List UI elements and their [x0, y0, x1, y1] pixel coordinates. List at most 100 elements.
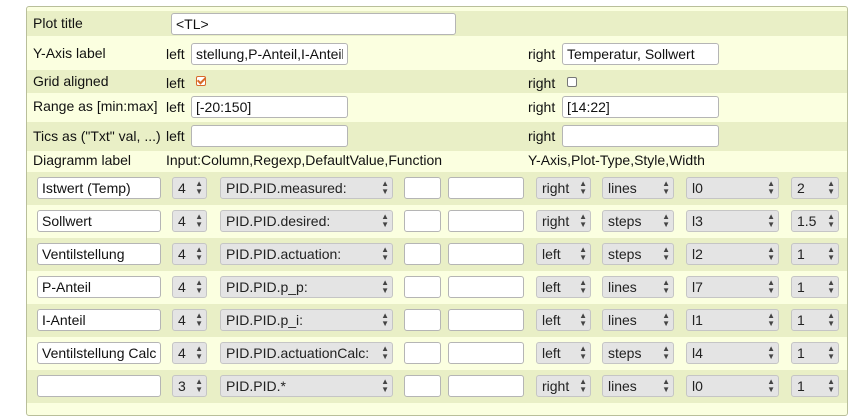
regexp-select[interactable]: PID.PID.p_i: ▲ ▼	[220, 309, 393, 331]
chevron-updown-icon: ▲ ▼	[662, 179, 670, 196]
width-select[interactable]: 1 ▲ ▼	[791, 342, 839, 364]
function-input[interactable]	[448, 177, 524, 199]
y-axis-select[interactable]: left ▲ ▼	[536, 342, 591, 364]
style-select[interactable]: l4 ▲ ▼	[686, 342, 779, 364]
series-label-input[interactable]	[37, 177, 161, 199]
regexp-select[interactable]: PID.PID.actuationCalc: ▲ ▼	[220, 342, 393, 364]
column-select[interactable]: 4 ▲ ▼	[172, 210, 207, 232]
plot-title-input[interactable]	[171, 13, 456, 35]
plot-type-select[interactable]: steps ▲ ▼	[602, 342, 674, 364]
function-input[interactable]	[448, 243, 524, 265]
page-scrollbar[interactable]	[849, 0, 863, 405]
y-axis-select[interactable]: left ▲ ▼	[536, 243, 591, 265]
chevron-updown-icon: ▲ ▼	[381, 311, 389, 328]
y-axis-select[interactable]: left ▲ ▼	[536, 276, 591, 298]
regexp-select[interactable]: PID.PID.measured: ▲ ▼	[220, 177, 393, 199]
grid-aligned-label: Grid aligned	[33, 73, 109, 89]
regexp-select-value: PID.PID.actuationCalc:	[226, 345, 370, 361]
column-select[interactable]: 4 ▲ ▼	[172, 243, 207, 265]
column-select[interactable]: 4 ▲ ▼	[172, 309, 207, 331]
style-select[interactable]: l3 ▲ ▼	[686, 210, 779, 232]
function-input[interactable]	[448, 342, 524, 364]
chevron-updown-icon: ▲ ▼	[662, 278, 670, 295]
plot-type-select[interactable]: lines ▲ ▼	[602, 375, 674, 397]
style-select[interactable]: l1 ▲ ▼	[686, 309, 779, 331]
y-axis-select[interactable]: right ▲ ▼	[536, 177, 591, 199]
y-axis-right-input[interactable]	[562, 43, 719, 65]
series-header-row: Diagramm label Input:Column,Regexp,Defau…	[27, 151, 847, 171]
default-value-input[interactable]	[404, 210, 441, 232]
column-select[interactable]: 4 ▲ ▼	[172, 276, 207, 298]
regexp-select[interactable]: PID.PID.desired: ▲ ▼	[220, 210, 393, 232]
plot-type-select[interactable]: lines ▲ ▼	[602, 309, 674, 331]
plot-type-select[interactable]: lines ▲ ▼	[602, 177, 674, 199]
style-select[interactable]: l7 ▲ ▼	[686, 276, 779, 298]
style-select-value: l0	[692, 378, 703, 394]
width-select[interactable]: 1.5 ▲ ▼	[791, 210, 839, 232]
series-label-input[interactable]	[37, 309, 161, 331]
default-value-input[interactable]	[404, 177, 441, 199]
style-select[interactable]: l0 ▲ ▼	[686, 177, 779, 199]
y-axis-select[interactable]: right ▲ ▼	[536, 210, 591, 232]
default-value-input[interactable]	[404, 375, 441, 397]
y-axis-left-input[interactable]	[191, 43, 348, 65]
range-label: Range as [min:max]	[33, 98, 158, 114]
chevron-updown-icon: ▲ ▼	[767, 344, 775, 361]
tics-right-input[interactable]	[562, 125, 719, 147]
chevron-updown-icon: ▲ ▼	[827, 278, 835, 295]
column-select-value: 4	[178, 312, 186, 328]
width-select[interactable]: 1 ▲ ▼	[791, 243, 839, 265]
series-row: 4 ▲▼ PID.PID.actuationCalc: ▲▼ left ▲▼ steps ▲▼…	[27, 337, 847, 370]
column-select[interactable]: 4 ▲ ▼	[172, 177, 207, 199]
style-select-value: l1	[692, 312, 703, 328]
chevron-updown-icon: ▲ ▼	[767, 311, 775, 328]
regexp-select-value: PID.PID.desired:	[226, 213, 331, 229]
default-value-input[interactable]	[404, 243, 441, 265]
style-select[interactable]: l0 ▲ ▼	[686, 375, 779, 397]
function-input[interactable]	[448, 276, 524, 298]
plot-type-select[interactable]: steps ▲ ▼	[602, 243, 674, 265]
width-select[interactable]: 1 ▲ ▼	[791, 309, 839, 331]
range-right-tag: right	[528, 99, 556, 115]
range-right-input[interactable]	[562, 96, 719, 118]
column-select[interactable]: 4 ▲ ▼	[172, 342, 207, 364]
y-axis-select[interactable]: left ▲ ▼	[536, 309, 591, 331]
plot-type-select[interactable]: lines ▲ ▼	[602, 276, 674, 298]
chevron-updown-icon: ▲ ▼	[195, 278, 203, 295]
series-label-input[interactable]	[37, 210, 161, 232]
y-axis-right-tag: right	[528, 46, 556, 62]
column-select[interactable]: 3 ▲ ▼	[172, 375, 207, 397]
default-value-input[interactable]	[404, 309, 441, 331]
style-select-value: l2	[692, 246, 703, 262]
series-label-input[interactable]	[37, 243, 161, 265]
chevron-updown-icon: ▲ ▼	[662, 245, 670, 262]
default-value-input[interactable]	[404, 342, 441, 364]
plot-type-select[interactable]: steps ▲ ▼	[602, 210, 674, 232]
range-left-input[interactable]	[191, 96, 348, 118]
tics-left-input[interactable]	[191, 125, 348, 147]
grid-right-checkbox[interactable]	[567, 77, 577, 87]
function-input[interactable]	[448, 210, 524, 232]
width-select[interactable]: 2 ▲ ▼	[791, 177, 839, 199]
plot-type-select-value: lines	[608, 312, 637, 328]
regexp-select[interactable]: PID.PID.* ▲ ▼	[220, 375, 393, 397]
plot-title-label: Plot title	[33, 15, 83, 31]
function-input[interactable]	[448, 309, 524, 331]
style-select[interactable]: l2 ▲ ▼	[686, 243, 779, 265]
regexp-select[interactable]: PID.PID.actuation: ▲ ▼	[220, 243, 393, 265]
regexp-select[interactable]: PID.PID.p_p: ▲ ▼	[220, 276, 393, 298]
default-value-input[interactable]	[404, 276, 441, 298]
series-label-input[interactable]	[37, 375, 161, 397]
width-select-value: 2	[797, 180, 805, 196]
chevron-updown-icon: ▲ ▼	[767, 377, 775, 394]
grid-left-checkbox[interactable]	[196, 76, 206, 86]
width-select[interactable]: 1 ▲ ▼	[791, 276, 839, 298]
y-axis-select[interactable]: right ▲ ▼	[536, 375, 591, 397]
series-label-input[interactable]	[37, 276, 161, 298]
chevron-updown-icon: ▲ ▼	[195, 212, 203, 229]
width-select[interactable]: 1 ▲ ▼	[791, 375, 839, 397]
series-label-input[interactable]	[37, 342, 161, 364]
plot-type-select-value: steps	[608, 345, 642, 361]
style-select-value: l4	[692, 345, 703, 361]
function-input[interactable]	[448, 375, 524, 397]
